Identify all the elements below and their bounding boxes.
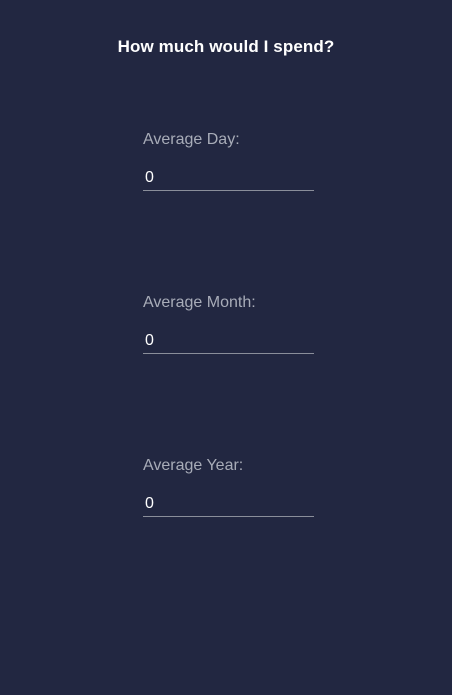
average-month-value[interactable]: 0 bbox=[143, 332, 314, 354]
average-year-value[interactable]: 0 bbox=[143, 495, 314, 517]
average-day-value[interactable]: 0 bbox=[143, 169, 314, 191]
page-title: How much would I spend? bbox=[117, 37, 335, 56]
average-day-label: Average Day: bbox=[143, 131, 240, 148]
average-month-label: Average Month: bbox=[143, 294, 256, 311]
average-year-field: Average Year: 0 bbox=[143, 457, 314, 517]
average-month-field: Average Month: 0 bbox=[143, 294, 314, 354]
average-day-field: Average Day: 0 bbox=[143, 131, 314, 191]
average-year-label: Average Year: bbox=[143, 457, 244, 474]
